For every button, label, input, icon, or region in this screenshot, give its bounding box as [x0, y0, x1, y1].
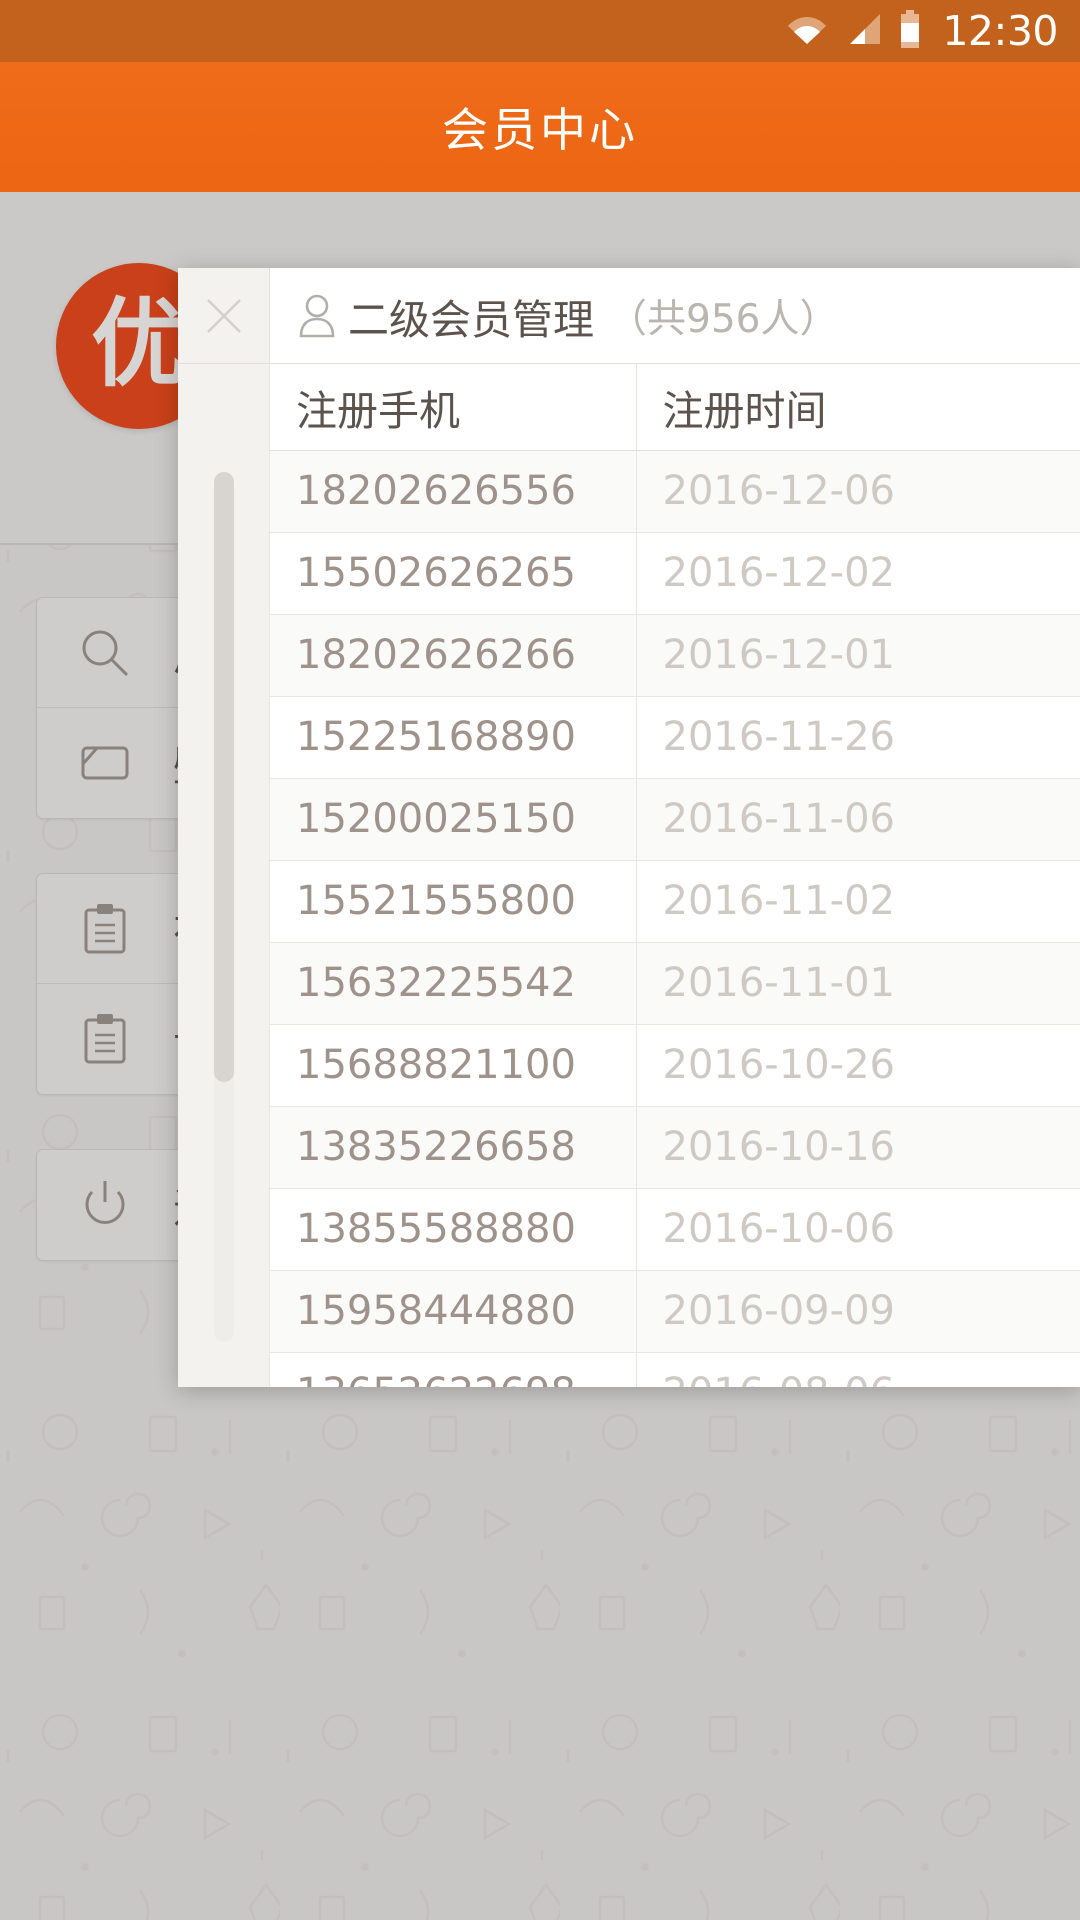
cell-phone: 15958444880 [270, 1270, 636, 1353]
scrollbar-column [178, 364, 270, 1387]
table-row[interactable]: 15225168890 2016-11-26 [270, 696, 1080, 779]
cell-date: 2016-10-06 [635, 1188, 1080, 1271]
cell-date: 2016-10-26 [635, 1024, 1080, 1107]
app-header: 会员中心 [0, 62, 1080, 192]
member-table: 注册手机 注册时间 18202626556 2016-12-06 155026262… [270, 364, 1080, 1387]
dialog-title: 二级会员管理 [348, 295, 594, 344]
status-bar: 12:30 [0, 0, 1080, 62]
power-icon [77, 1177, 133, 1233]
table-row[interactable]: 15632225542 2016-11-01 [270, 942, 1080, 1025]
table-row[interactable]: 15521555800 2016-11-02 [270, 860, 1080, 943]
member-count: （共956人） [608, 296, 839, 342]
cell-phone: 15225168890 [270, 696, 636, 779]
cell-phone: 15688821100 [270, 1024, 636, 1107]
cell-phone: 13855588880 [270, 1188, 636, 1271]
cell-date: 2016-12-02 [635, 532, 1080, 615]
cell-phone: 15632225542 [270, 942, 636, 1025]
dialog-body: 注册手机 注册时间 18202626556 2016-12-06 155026262… [178, 364, 1080, 1387]
table-row[interactable]: 15200025150 2016-11-06 [270, 778, 1080, 861]
status-bar-clock: 12:30 [942, 6, 1058, 55]
signal-icon [844, 13, 882, 49]
dialog-header: 二级会员管理 （共956人） [178, 268, 1080, 364]
wallpaper-icon [77, 735, 133, 791]
clipboard-icon [77, 901, 133, 957]
table-row[interactable]: 15688821100 2016-10-26 [270, 1024, 1080, 1107]
scrollbar-thumb[interactable] [214, 472, 234, 1082]
cell-phone: 15200025150 [270, 778, 636, 861]
cell-date: 2016-11-01 [635, 942, 1080, 1025]
cell-date: 2016-10-16 [635, 1106, 1080, 1189]
cell-date: 2016-11-06 [635, 778, 1080, 861]
cell-phone: 18202626556 [270, 450, 636, 533]
dialog-title-bar: 二级会员管理 （共956人） [270, 268, 1080, 363]
table-row[interactable]: 15958444880 2016-09-09 [270, 1270, 1080, 1353]
table-header-row: 注册手机 注册时间 [270, 364, 1080, 451]
cell-phone: 15502626265 [270, 532, 636, 615]
close-button[interactable] [178, 268, 270, 363]
member-management-dialog: 二级会员管理 （共956人） 注册手机 注册时间 18202626556 201… [178, 268, 1080, 1387]
column-header-phone: 注册手机 [270, 364, 636, 451]
cell-date: 2016-12-01 [635, 614, 1080, 697]
table-row[interactable]: 18202626556 2016-12-06 [270, 450, 1080, 533]
member-table-body: 18202626556 2016-12-06 15502626265 2016-12-… [270, 450, 1080, 1387]
table-row[interactable]: 136526226982016-08-06 [270, 1352, 1080, 1387]
cell-date: 2016-11-02 [635, 860, 1080, 943]
table-row[interactable]: 18202626266 2016-12-01 [270, 614, 1080, 697]
table-row[interactable]: 13855588880 2016-10-06 [270, 1188, 1080, 1271]
table-row[interactable]: 15502626265 2016-12-02 [270, 532, 1080, 615]
cell-date: 2016-09-09 [635, 1270, 1080, 1353]
cell-date: 2016-12-06 [635, 450, 1080, 533]
cell-phone: 13835226658 [270, 1106, 636, 1189]
clipboard-icon [77, 1011, 133, 1067]
page-title: 会员中心 [442, 103, 638, 157]
avatar-glyph: 优 [91, 288, 187, 400]
close-icon [202, 294, 246, 338]
member-table-container[interactable]: 注册手机 注册时间 18202626556 2016-12-06 155026262… [270, 364, 1080, 1387]
screen: 12:30 会员中心 优 二级会员管理 （共956人） 注册手机 注册时间 18… [0, 0, 1080, 1920]
cell-date: 2016-08-06 [635, 1352, 1080, 1387]
table-row[interactable]: 13835226658 2016-10-16 [270, 1106, 1080, 1189]
search-icon [77, 625, 133, 681]
battery-icon [899, 10, 921, 52]
person-icon [296, 293, 338, 339]
column-header-date: 注册时间 [635, 364, 1080, 451]
cell-phone: 15521555800 [270, 860, 636, 943]
wifi-icon [787, 13, 827, 49]
cell-phone: 18202626266 [270, 614, 636, 697]
cell-date: 2016-11-26 [635, 696, 1080, 779]
cell-phone: 13652622698 [270, 1352, 636, 1387]
